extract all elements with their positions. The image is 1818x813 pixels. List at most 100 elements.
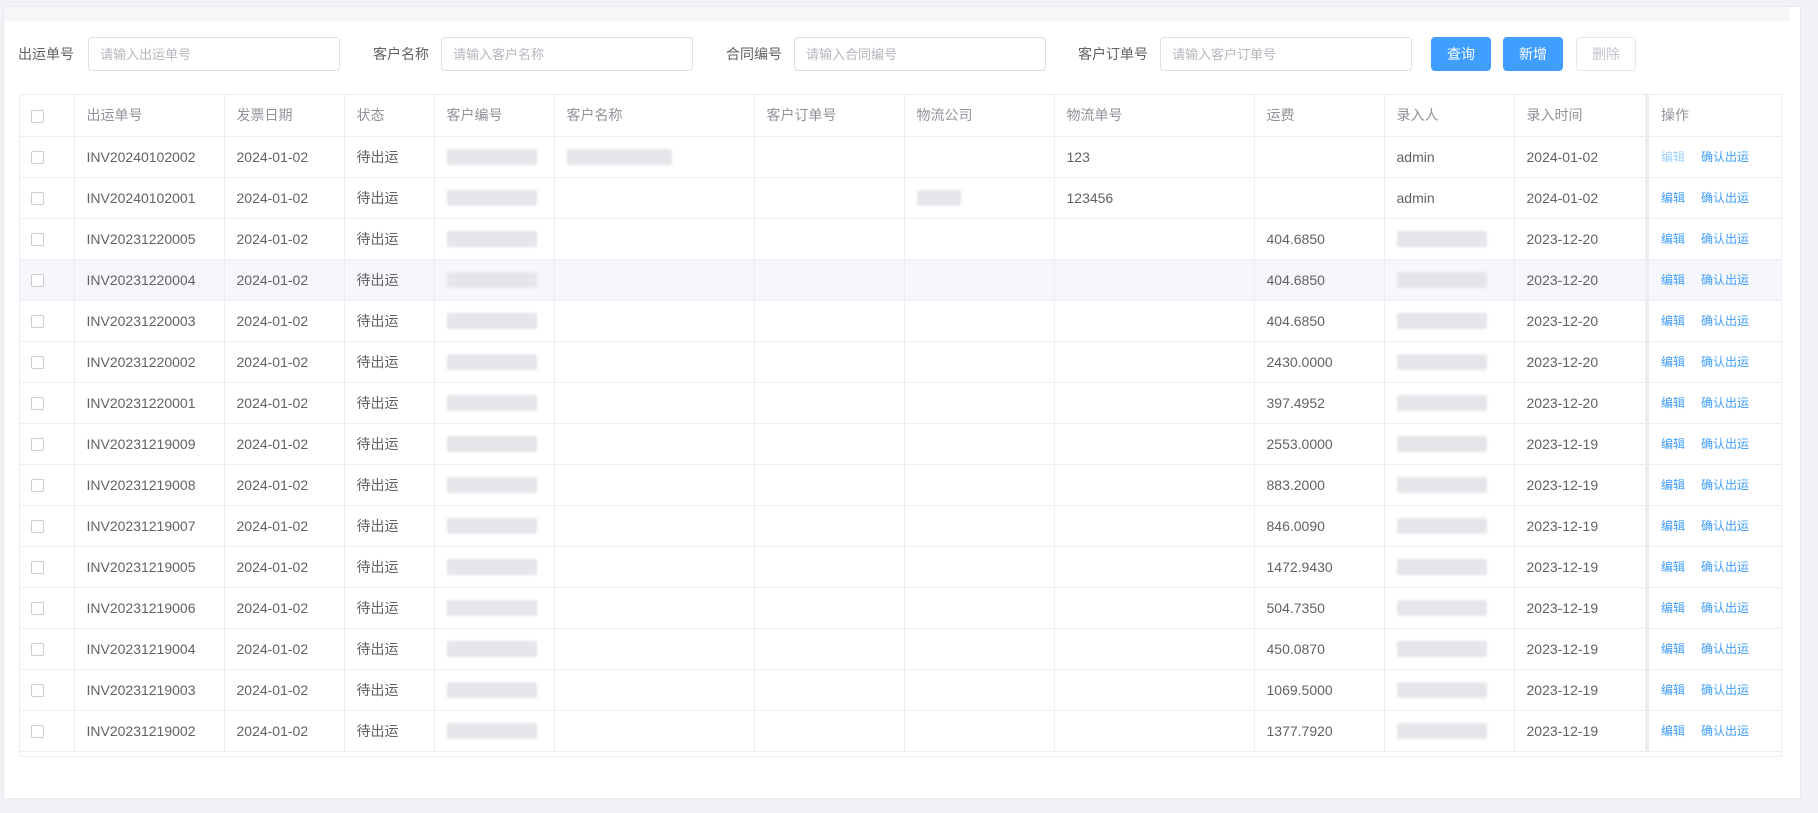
- confirm-shipment-link[interactable]: 确认出运: [1701, 724, 1749, 738]
- confirm-shipment-link[interactable]: 确认出运: [1701, 232, 1749, 246]
- edit-link[interactable]: 编辑: [1661, 560, 1685, 574]
- row-select-cell[interactable]: [20, 669, 75, 711]
- row-checkbox[interactable]: [31, 233, 44, 247]
- edit-link[interactable]: 编辑: [1661, 232, 1685, 246]
- row-select-cell[interactable]: [20, 177, 75, 219]
- cell-logistics-no: [1054, 546, 1255, 588]
- row-checkbox[interactable]: [31, 192, 44, 206]
- select-all-checkbox[interactable]: [31, 110, 44, 124]
- confirm-shipment-link[interactable]: 确认出运: [1701, 519, 1749, 533]
- row-select-cell[interactable]: [20, 259, 75, 301]
- customer-name-input[interactable]: [441, 37, 693, 71]
- row-select-cell[interactable]: [20, 546, 75, 588]
- cell-customer-code: [434, 464, 555, 506]
- shipment-table: 出运单号 发票日期 状态 客户编号 客户名称 客户订单号 物流公司 物流单号 运…: [19, 94, 1782, 757]
- confirm-shipment-link[interactable]: 确认出运: [1701, 273, 1749, 287]
- cell-actions: 编辑 确认出运: [1645, 628, 1781, 670]
- row-checkbox[interactable]: [31, 561, 44, 575]
- edit-link[interactable]: 编辑: [1661, 478, 1685, 492]
- confirm-shipment-link[interactable]: 确认出运: [1701, 396, 1749, 410]
- table-row[interactable]: INV20231219008 2024-01-02 待出运 883.2000 2023-…: [20, 464, 1781, 506]
- table-row[interactable]: INV20240102001 2024-01-02 待出运 123456 admin 20…: [20, 177, 1781, 219]
- row-checkbox[interactable]: [31, 315, 44, 329]
- row-select-cell[interactable]: [20, 423, 75, 465]
- confirm-shipment-link[interactable]: 确认出运: [1701, 437, 1749, 451]
- confirm-shipment-link[interactable]: 确认出运: [1701, 642, 1749, 656]
- table-row[interactable]: INV20231220002 2024-01-02 待出运 2430.0000 2023…: [20, 341, 1781, 383]
- query-button[interactable]: 查询: [1431, 37, 1491, 71]
- edit-link[interactable]: 编辑: [1661, 683, 1685, 697]
- table-row[interactable]: INV20231219009 2024-01-02 待出运 2553.0000 2023…: [20, 423, 1781, 465]
- row-checkbox[interactable]: [31, 438, 44, 452]
- row-checkbox[interactable]: [31, 356, 44, 370]
- edit-link[interactable]: 编辑: [1661, 355, 1685, 369]
- table-row[interactable]: INV20240102002 2024-01-02 待出运 123 admin 2024-…: [20, 136, 1781, 178]
- table-row[interactable]: INV20231219003 2024-01-02 待出运 1069.5000 2023…: [20, 669, 1781, 711]
- table-row[interactable]: INV20231220004 2024-01-02 待出运 404.6850 2023-…: [20, 259, 1781, 301]
- row-checkbox[interactable]: [31, 397, 44, 411]
- redacted-creator: [1396, 600, 1487, 617]
- cell-invoice-date: 2024-01-02: [224, 628, 345, 670]
- customer-order-no-input[interactable]: [1160, 37, 1412, 71]
- row-checkbox[interactable]: [31, 151, 44, 165]
- row-select-cell[interactable]: [20, 136, 75, 178]
- cell-logistics-company: [904, 669, 1055, 711]
- table-row[interactable]: INV20231219005 2024-01-02 待出运 1472.9430 2023…: [20, 546, 1781, 588]
- cell-customer-code: [434, 710, 555, 752]
- row-select-cell[interactable]: [20, 710, 75, 752]
- edit-link[interactable]: 编辑: [1661, 314, 1685, 328]
- confirm-shipment-link[interactable]: 确认出运: [1701, 478, 1749, 492]
- row-select-cell[interactable]: [20, 628, 75, 670]
- row-select-cell[interactable]: [20, 382, 75, 424]
- edit-link[interactable]: 编辑: [1661, 601, 1685, 615]
- table-row[interactable]: INV20231219004 2024-01-02 待出运 450.0870 2023-…: [20, 628, 1781, 670]
- table-row[interactable]: INV20231220003 2024-01-02 待出运 404.6850 2023-…: [20, 300, 1781, 342]
- cell-logistics-no: [1054, 464, 1255, 506]
- cell-logistics-company: [904, 300, 1055, 342]
- row-checkbox[interactable]: [31, 725, 44, 739]
- confirm-shipment-link[interactable]: 确认出运: [1701, 601, 1749, 615]
- edit-link[interactable]: 编辑: [1661, 396, 1685, 410]
- edit-link[interactable]: 编辑: [1661, 724, 1685, 738]
- cell-customer-order-no: [754, 505, 905, 547]
- row-select-cell[interactable]: [20, 218, 75, 260]
- row-select-cell[interactable]: [20, 341, 75, 383]
- delete-button[interactable]: 删除: [1576, 37, 1636, 71]
- confirm-shipment-link[interactable]: 确认出运: [1701, 355, 1749, 369]
- row-checkbox[interactable]: [31, 602, 44, 616]
- table-row[interactable]: INV20231219006 2024-01-02 待出运 504.7350 2023-…: [20, 587, 1781, 629]
- cell-shipment-no: INV20231219008: [74, 464, 225, 506]
- row-select-cell[interactable]: [20, 587, 75, 629]
- shipment-no-input[interactable]: [88, 37, 340, 71]
- confirm-shipment-link[interactable]: 确认出运: [1701, 683, 1749, 697]
- confirm-shipment-link[interactable]: 确认出运: [1701, 560, 1749, 574]
- row-checkbox[interactable]: [31, 274, 44, 288]
- table-row[interactable]: INV20231219007 2024-01-02 待出运 846.0090 2023-…: [20, 505, 1781, 547]
- row-checkbox[interactable]: [31, 479, 44, 493]
- contract-no-input[interactable]: [794, 37, 1046, 71]
- table-row[interactable]: INV20231220005 2024-01-02 待出运 404.6850 2023-…: [20, 218, 1781, 260]
- table-row[interactable]: INV20231219002 2024-01-02 待出运 1377.7920 2023…: [20, 710, 1781, 752]
- confirm-shipment-link[interactable]: 确认出运: [1701, 150, 1749, 164]
- row-select-cell[interactable]: [20, 505, 75, 547]
- edit-link[interactable]: 编辑: [1661, 191, 1685, 205]
- row-select-cell[interactable]: [20, 464, 75, 506]
- select-all-cell[interactable]: [20, 95, 75, 137]
- row-select-cell[interactable]: [20, 300, 75, 342]
- edit-link[interactable]: 编辑: [1661, 642, 1685, 656]
- row-checkbox[interactable]: [31, 520, 44, 534]
- edit-link[interactable]: 编辑: [1661, 519, 1685, 533]
- confirm-shipment-link[interactable]: 确认出运: [1701, 191, 1749, 205]
- edit-link[interactable]: 编辑: [1661, 150, 1685, 164]
- row-checkbox[interactable]: [31, 684, 44, 698]
- edit-link[interactable]: 编辑: [1661, 437, 1685, 451]
- cell-customer-order-no: [754, 464, 905, 506]
- table-row[interactable]: INV20231220001 2024-01-02 待出运 397.4952 2023-…: [20, 382, 1781, 424]
- row-checkbox[interactable]: [31, 643, 44, 657]
- redacted-customer-code: [446, 600, 537, 617]
- cell-creator: [1384, 546, 1515, 588]
- edit-link[interactable]: 编辑: [1661, 273, 1685, 287]
- add-button[interactable]: 新增: [1503, 37, 1563, 71]
- cell-logistics-company: [904, 382, 1055, 424]
- confirm-shipment-link[interactable]: 确认出运: [1701, 314, 1749, 328]
